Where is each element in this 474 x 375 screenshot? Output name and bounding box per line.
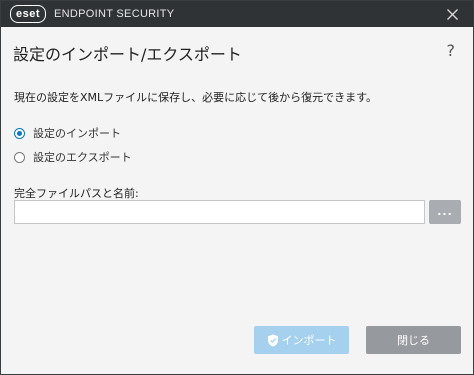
import-settings-radio[interactable]: 設定のインポート <box>14 125 121 141</box>
titlebar: eset ENDPOINT SECURITY <box>1 1 473 27</box>
import-button[interactable]: インポート <box>254 326 349 354</box>
help-button[interactable]: ? <box>447 41 456 60</box>
file-path-input[interactable] <box>14 200 425 224</box>
import-button-label: インポート <box>281 334 337 347</box>
import-settings-label: 設定のインポート <box>33 127 121 140</box>
file-path-label: 完全ファイルパスと名前: <box>14 187 139 200</box>
radio-button-unselected[interactable] <box>14 151 25 163</box>
dialog-window: eset ENDPOINT SECURITY 設定のインポート/エクスポート ?… <box>0 0 474 375</box>
description-text: 現在の設定をXMLファイルに保存し、必要に応じて後から復元できます。 <box>14 91 378 104</box>
export-settings-radio[interactable]: 設定のエクスポート <box>14 149 132 165</box>
close-icon <box>446 8 458 20</box>
radio-button-selected[interactable] <box>14 127 25 139</box>
dialog-title: 設定のインポート/エクスポート <box>13 45 242 64</box>
eset-logo: eset <box>10 5 47 23</box>
shield-icon <box>267 334 279 347</box>
product-name: ENDPOINT SECURITY <box>54 8 175 20</box>
browse-button[interactable]: ... <box>429 200 461 224</box>
export-settings-label: 設定のエクスポート <box>33 151 132 164</box>
close-button[interactable]: 閉じる <box>366 326 461 354</box>
close-window-button[interactable] <box>443 5 461 23</box>
